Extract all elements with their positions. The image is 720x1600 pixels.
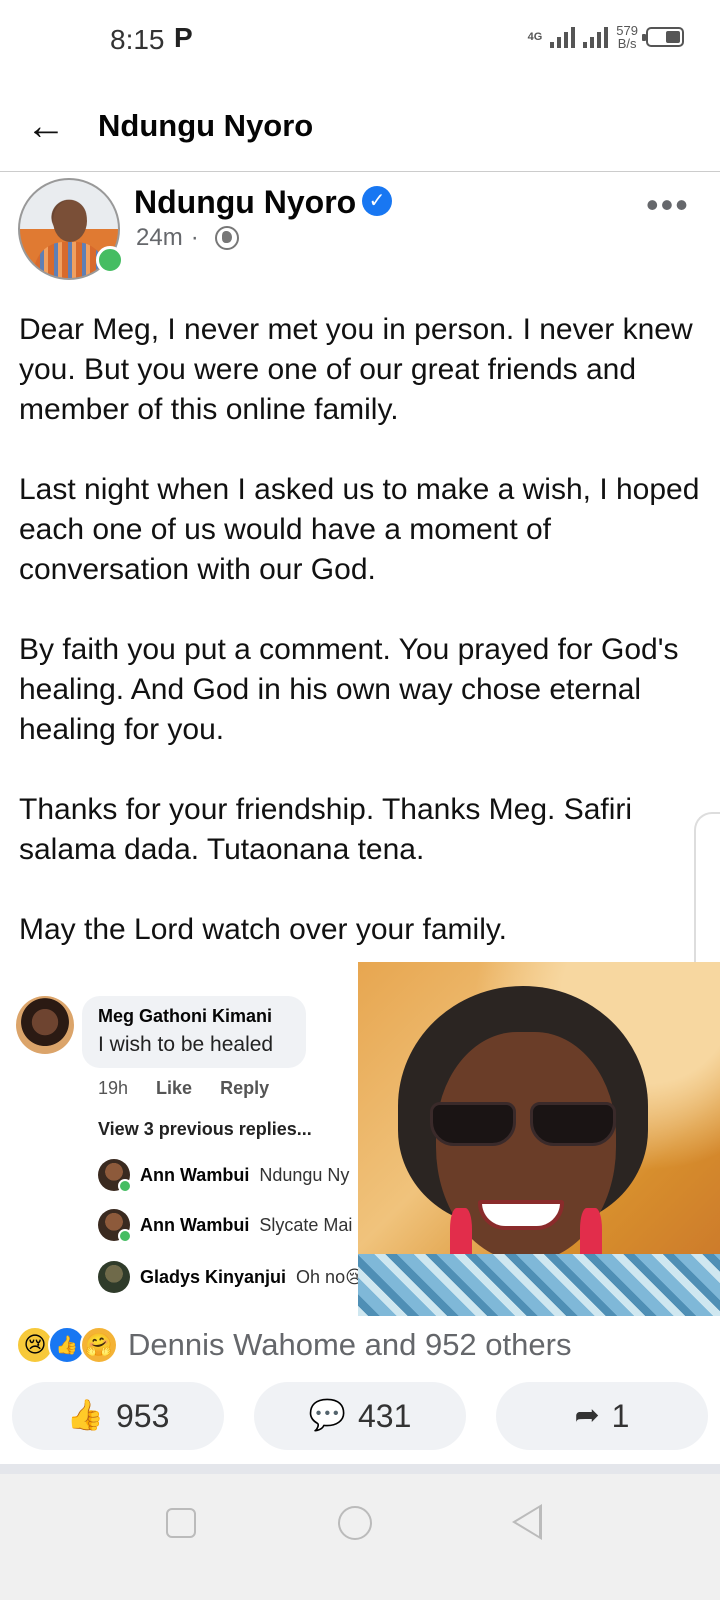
battery-icon — [642, 27, 684, 47]
comment-bubble-icon: 💬 — [308, 1399, 346, 1432]
photo-dress — [358, 1254, 720, 1316]
home-circle-icon[interactable] — [338, 1506, 372, 1540]
post-author-name[interactable]: Ndungu Nyoro — [134, 184, 356, 221]
signal-icon-2 — [583, 26, 609, 48]
notification-p-icon: P — [174, 22, 193, 53]
signal-icon — [550, 26, 576, 48]
network-type-label: 4G — [527, 30, 543, 43]
share-count: 1 — [611, 1397, 630, 1434]
reply-text: Slycate Mai — [259, 1214, 353, 1235]
post-actions: 👍 953 💬 431 ➦ 1 — [12, 1382, 708, 1454]
network-speed: 579 B/s — [616, 24, 638, 50]
comment-like-label: Like — [156, 1078, 193, 1098]
photo-sunglasses — [430, 1102, 620, 1146]
reaction-summary-text: Dennis Wahome and 952 others — [128, 1327, 572, 1362]
reply-item: Ann Wambui Ndungu Ny — [98, 1159, 350, 1193]
reply-item: Ann Wambui Slycate Mai — [98, 1209, 353, 1243]
post-meta: 24m · — [136, 224, 239, 252]
avatar-face — [53, 200, 87, 242]
comment-screenshot: Meg Gathoni Kimani I wish to be healed 1… — [0, 962, 364, 1316]
view-replies-label: View 3 previous replies... — [98, 1119, 312, 1139]
comment-actions: 19h Like Reply — [98, 1078, 269, 1099]
reply-text: Oh no😢 — [296, 1266, 364, 1287]
comment-bubble: Meg Gathoni Kimani I wish to be healed — [82, 996, 306, 1068]
post-time[interactable]: 24m — [136, 224, 183, 252]
reply-text: Ndungu Ny — [259, 1164, 350, 1185]
photo-smile — [478, 1200, 564, 1230]
meta-separator: · — [190, 224, 199, 251]
status-indicators: 4G 579 B/s — [528, 24, 684, 50]
reply-avatar — [98, 1261, 130, 1293]
woman-portrait-photo — [358, 962, 720, 1316]
post-paragraph: By faith you put a comment. You prayed f… — [19, 633, 679, 746]
online-status-dot — [96, 246, 124, 274]
comment-reply-label: Reply — [220, 1078, 270, 1098]
status-bar: 8:15 P 4G 579 B/s — [0, 0, 720, 80]
commenter-name: Meg Gathoni Kimani — [98, 1006, 273, 1026]
commenter-avatar — [16, 996, 74, 1054]
post-paragraph: Dear Meg, I never met you in person. I n… — [19, 313, 693, 426]
reactions-summary[interactable]: 😢 👍 🤗 Dennis Wahome and 952 others — [16, 1326, 571, 1364]
verified-badge-icon: ✓ — [362, 186, 392, 216]
recents-square-icon[interactable] — [166, 1508, 196, 1538]
globe-icon — [214, 226, 239, 250]
thumbs-up-icon: 👍 — [66, 1399, 104, 1432]
section-divider — [0, 1464, 720, 1474]
comment-count: 431 — [357, 1397, 412, 1434]
back-triangle-icon[interactable] — [512, 1504, 542, 1540]
post-image[interactable]: Meg Gathoni Kimani I wish to be healed 1… — [0, 962, 720, 1316]
status-time: 8:15 — [110, 24, 165, 55]
header-title: Ndungu Nyoro — [98, 108, 314, 143]
reply-item: Gladys Kinyanjui Oh no😢 — [98, 1261, 364, 1293]
comment-button[interactable]: 💬 431 — [254, 1382, 466, 1450]
reply-avatar — [98, 1159, 132, 1193]
share-button[interactable]: ➦ 1 — [496, 1382, 708, 1450]
app-header: ← Ndungu Nyoro — [0, 80, 720, 172]
reply-name: Ann Wambui — [140, 1214, 250, 1235]
speed-unit: B/s — [617, 36, 637, 51]
comment-text: I wish to be healed — [98, 1033, 274, 1056]
reply-name: Ann Wambui — [140, 1164, 250, 1185]
post-paragraph: May the Lord watch over your family. — [19, 913, 507, 946]
reply-name: Gladys Kinyanjui — [140, 1266, 287, 1287]
like-count: 953 — [115, 1397, 170, 1434]
post-body: Dear Meg, I never met you in person. I n… — [19, 310, 709, 990]
system-nav-bar — [0, 1474, 720, 1600]
back-arrow-icon[interactable]: ← — [26, 106, 70, 150]
like-button[interactable]: 👍 953 — [12, 1382, 224, 1450]
reply-avatar — [98, 1209, 132, 1243]
share-arrow-icon: ➦ — [574, 1399, 600, 1432]
post-paragraph: Thanks for your friendship. Thanks Meg. … — [19, 793, 633, 866]
more-options-icon[interactable]: ••• — [646, 187, 690, 223]
care-reaction-icon: 🤗 — [80, 1326, 118, 1364]
post-paragraph: Last night when I asked us to make a wis… — [19, 473, 700, 586]
comment-time: 19h — [98, 1078, 129, 1098]
